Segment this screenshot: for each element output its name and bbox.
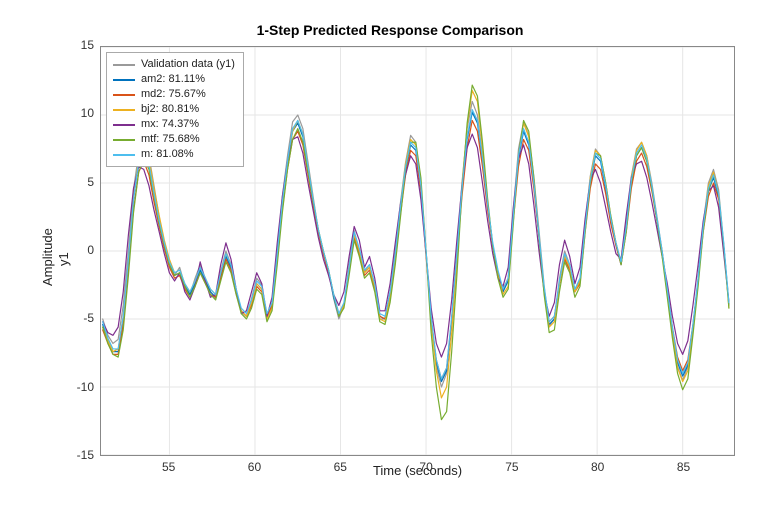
- legend-label: bj2: 80.81%: [141, 102, 199, 117]
- x-tick: 75: [497, 460, 527, 474]
- y-axis-label-group: Amplitude y1: [30, 46, 50, 456]
- x-tick: 80: [583, 460, 613, 474]
- x-tick: 70: [411, 460, 441, 474]
- series-mx[interactable]: [103, 134, 729, 357]
- y-tick: -10: [54, 380, 94, 394]
- legend-item[interactable]: m: 81.08%: [113, 147, 235, 162]
- legend-label: mx: 74.37%: [141, 117, 199, 132]
- legend-swatch: [113, 154, 135, 156]
- y-tick: -15: [54, 448, 94, 462]
- legend-swatch: [113, 139, 135, 141]
- legend[interactable]: Validation data (y1)am2: 81.11%md2: 75.6…: [106, 52, 244, 167]
- figure: 1-Step Predicted Response Comparison Amp…: [0, 0, 780, 520]
- y-tick: -5: [54, 311, 94, 325]
- plot-title: 1-Step Predicted Response Comparison: [0, 22, 780, 38]
- legend-swatch: [113, 124, 135, 126]
- legend-label: Validation data (y1): [141, 57, 235, 72]
- x-tick: 65: [325, 460, 355, 474]
- legend-swatch: [113, 64, 135, 66]
- y-tick: 10: [54, 106, 94, 120]
- legend-item[interactable]: am2: 81.11%: [113, 72, 235, 87]
- y-axis-label-1: Amplitude: [40, 228, 55, 286]
- legend-label: am2: 81.11%: [141, 72, 205, 87]
- legend-item[interactable]: Validation data (y1): [113, 57, 235, 72]
- x-tick: 85: [669, 460, 699, 474]
- legend-item[interactable]: mx: 74.37%: [113, 117, 235, 132]
- legend-item[interactable]: md2: 75.67%: [113, 87, 235, 102]
- y-tick: 0: [54, 243, 94, 257]
- legend-swatch: [113, 94, 135, 96]
- legend-item[interactable]: mtf: 75.68%: [113, 132, 235, 147]
- legend-label: mtf: 75.68%: [141, 132, 200, 147]
- legend-label: md2: 75.67%: [141, 87, 206, 102]
- legend-item[interactable]: bj2: 80.81%: [113, 102, 235, 117]
- x-tick: 55: [154, 460, 184, 474]
- legend-label: m: 81.08%: [141, 147, 194, 162]
- y-tick: 15: [54, 38, 94, 52]
- legend-swatch: [113, 109, 135, 111]
- legend-swatch: [113, 79, 135, 81]
- y-tick: 5: [54, 175, 94, 189]
- x-tick: 60: [239, 460, 269, 474]
